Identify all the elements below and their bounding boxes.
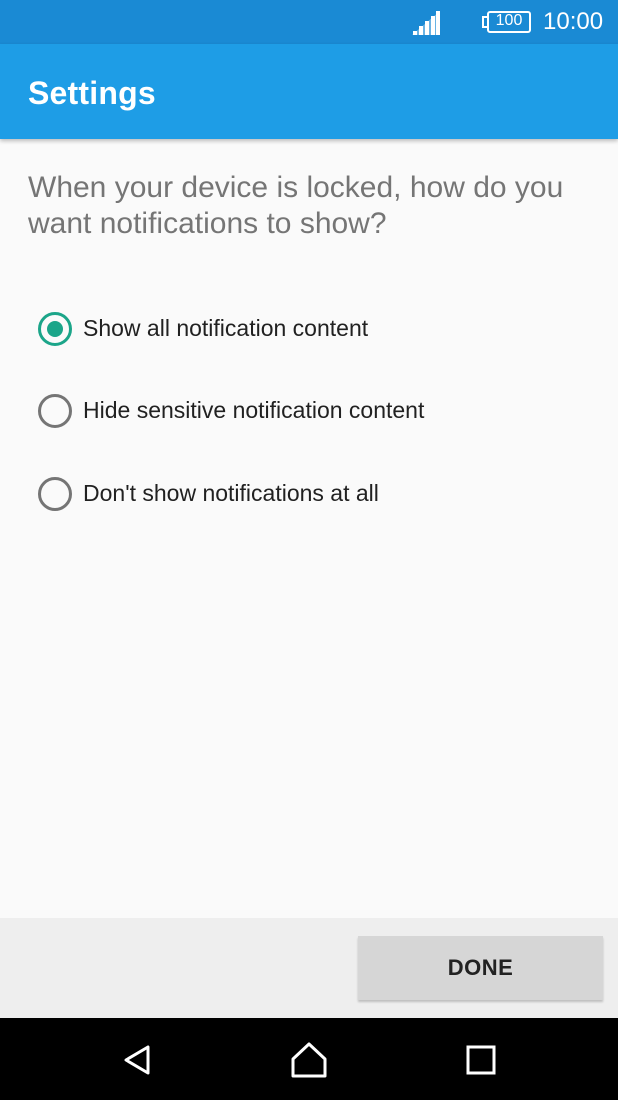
home-icon bbox=[291, 1042, 327, 1078]
option-dont-show[interactable]: Don't show notifications at all bbox=[36, 465, 596, 521]
option-label: Don't show notifications at all bbox=[83, 480, 379, 506]
option-label: Hide sensitive notification content bbox=[83, 397, 425, 423]
option-show-all[interactable]: Show all notification content bbox=[36, 300, 596, 356]
back-icon bbox=[124, 1045, 150, 1075]
recents-icon bbox=[466, 1045, 496, 1075]
navigation-bar bbox=[0, 1018, 618, 1100]
recents-button[interactable] bbox=[451, 1036, 511, 1084]
signal-icon bbox=[412, 11, 440, 35]
footer: DONE bbox=[0, 918, 618, 1018]
app-bar: Settings bbox=[0, 44, 618, 139]
notification-question: When your device is locked, how do you w… bbox=[28, 171, 564, 240]
status-clock: 10:00 bbox=[543, 8, 604, 35]
home-button[interactable] bbox=[279, 1036, 339, 1084]
battery-level: 100 bbox=[495, 12, 523, 29]
radio-selected-icon[interactable] bbox=[38, 312, 72, 346]
radio-unselected-icon[interactable] bbox=[38, 477, 72, 511]
option-hide-sensitive[interactable]: Hide sensitive notification content bbox=[36, 382, 596, 438]
radio-unselected-icon[interactable] bbox=[38, 394, 72, 428]
page-title: Settings bbox=[28, 75, 156, 111]
back-button[interactable] bbox=[108, 1036, 168, 1084]
done-button[interactable]: DONE bbox=[358, 936, 603, 1000]
status-bar: 100 10:00 bbox=[0, 0, 618, 44]
option-label: Show all notification content bbox=[83, 315, 369, 341]
